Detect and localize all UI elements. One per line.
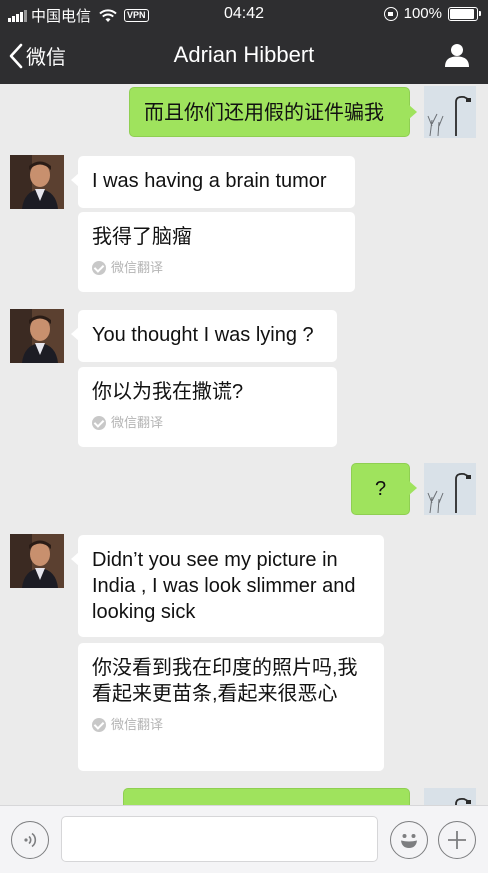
message-text: Didn’t you see my picture in India , I w… [92, 549, 356, 623]
incoming-message[interactable]: 你没看到我在印度的照片吗,我看起来更苗条,看起来很恶心 微信翻译 [78, 643, 384, 771]
status-bar: 中国电信 VPN 04:42 100% [0, 0, 488, 28]
check-icon [92, 416, 106, 430]
contact-avatar[interactable] [10, 155, 64, 209]
message-text: You thought I was lying ? [92, 324, 314, 346]
avatar-image [10, 309, 64, 363]
status-right: 100% [383, 5, 481, 22]
incoming-message[interactable]: You thought I was lying ? [71, 310, 337, 362]
message-input[interactable] [61, 816, 378, 862]
incoming-message[interactable]: I was having a brain tumor [71, 156, 355, 208]
outgoing-message[interactable]: ? [351, 463, 417, 515]
avatar-image [424, 463, 476, 515]
message-text: 你没看到我在印度的照片吗,我看起来更苗条,看起来很恶心 [92, 657, 358, 705]
emoji-icon [401, 834, 417, 848]
rotation-lock-icon [383, 6, 398, 21]
check-icon [92, 261, 106, 275]
translation-text: 微信翻译 [111, 717, 164, 732]
battery-percent: 100% [403, 5, 442, 22]
voice-icon [24, 832, 37, 848]
avatar-image [10, 534, 64, 588]
check-icon [92, 718, 106, 732]
outgoing-message[interactable]: 而且你们还用假的证件骗我 [129, 87, 417, 137]
my-avatar[interactable] [424, 86, 476, 138]
translation-label: 微信翻译 [92, 717, 370, 733]
message-text: ? [374, 478, 387, 500]
contact-avatar[interactable] [10, 534, 64, 588]
message-text: 你以为我在撒谎? [92, 381, 244, 403]
message-text: 而且你们还用假的证件骗我 [144, 102, 384, 124]
incoming-message[interactable]: 你以为我在撒谎? 微信翻译 [78, 367, 337, 447]
avatar-image [424, 86, 476, 138]
plus-icon [448, 831, 466, 849]
input-bar [0, 805, 488, 873]
outgoing-message-partial[interactable] [123, 788, 410, 805]
battery-icon [448, 6, 481, 21]
person-icon[interactable] [444, 42, 470, 68]
chat-title: Adrian Hibbert [173, 42, 315, 67]
message-text: I was having a brain tumor [92, 170, 327, 192]
incoming-message[interactable]: 我得了脑瘤 微信翻译 [78, 212, 355, 292]
my-avatar[interactable] [424, 463, 476, 515]
nav-bar: 微信 Adrian Hibbert [0, 28, 488, 84]
avatar-image [424, 788, 476, 805]
more-button[interactable] [438, 821, 476, 859]
chat-area[interactable]: 而且你们还用假的证件骗我 I was having a brain tumor … [0, 84, 488, 805]
my-avatar[interactable] [424, 788, 476, 805]
contact-avatar[interactable] [10, 309, 64, 363]
message-text: 我得了脑瘤 [92, 226, 192, 248]
voice-button[interactable] [11, 821, 49, 859]
translation-text: 微信翻译 [111, 260, 164, 275]
translation-label: 微信翻译 [92, 415, 323, 431]
avatar-image [10, 155, 64, 209]
translation-label: 微信翻译 [92, 260, 341, 276]
translation-text: 微信翻译 [111, 415, 164, 430]
emoji-button[interactable] [390, 821, 428, 859]
incoming-message[interactable]: Didn’t you see my picture in India , I w… [71, 535, 384, 637]
